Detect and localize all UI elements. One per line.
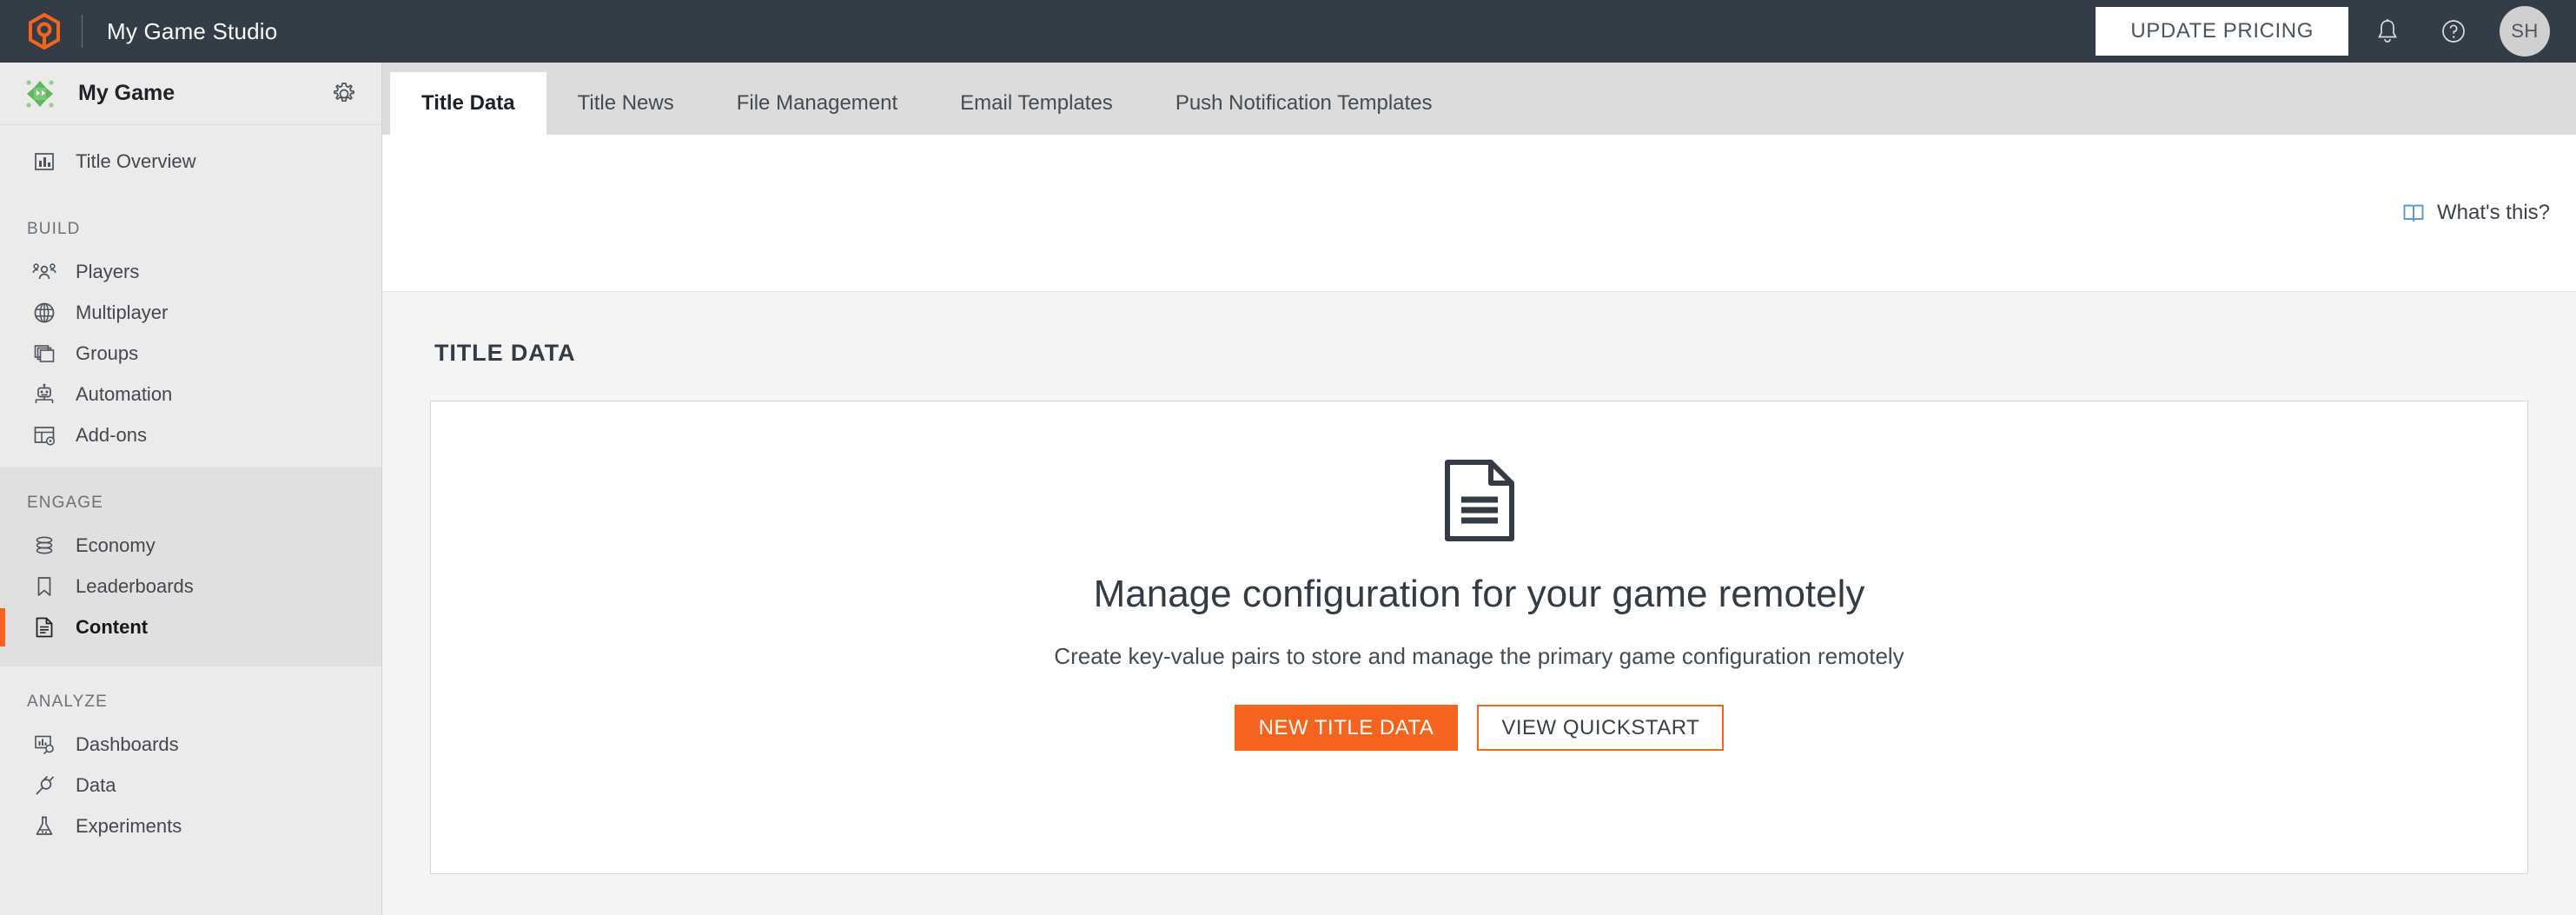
empty-state-subtext: Create key-value pairs to store and mana… — [1054, 643, 1904, 669]
sidebar-item-label: Experiments — [76, 814, 182, 837]
sidebar-item-label: Data — [76, 773, 116, 796]
sidebar-item-label: Content — [76, 615, 149, 638]
bar-chart-icon — [31, 149, 57, 175]
sidebar-item-label: Dashboards — [76, 733, 179, 755]
topbar-actions: UPDATE PRICING SH — [2096, 4, 2550, 58]
section-label-engage: ENGAGE — [27, 494, 103, 512]
tab-file-management[interactable]: File Management — [705, 72, 929, 135]
nav-section-overview: Title Overview — [0, 125, 381, 194]
sidebar-item-groups[interactable]: Groups — [0, 333, 381, 374]
new-title-data-button[interactable]: NEW TITLE DATA — [1234, 705, 1459, 751]
sidebar-item-label: Players — [76, 260, 140, 282]
sidebar-item-experiments[interactable]: Experiments — [0, 806, 381, 846]
whats-this-strip: What's this? — [382, 135, 2576, 291]
sidebar-item-content[interactable]: Content — [0, 607, 381, 647]
content-surface: TITLE DATA Manage configuration for your… — [382, 291, 2576, 915]
document-icon — [31, 614, 57, 640]
section-label-build: BUILD — [27, 220, 81, 238]
gear-icon[interactable] — [329, 79, 359, 109]
nav-section-build: BUILD Players Multiplayer Groups Automat… — [0, 194, 381, 467]
database-icon — [31, 533, 57, 559]
sidebar-item-label: Leaderboards — [76, 574, 194, 597]
sidebar-item-players[interactable]: Players — [0, 251, 381, 292]
sidebar-item-leaderboards[interactable]: Leaderboards — [0, 566, 381, 607]
game-header: My Game — [0, 63, 381, 125]
nav-section-analyze: ANALYZE Dashboards Data Experiments — [0, 666, 381, 859]
globe-icon — [31, 300, 57, 326]
main-content: Title Data Title News File Management Em… — [382, 63, 2576, 915]
sidebar-item-label: Automation — [76, 382, 173, 405]
studio-name: My Game Studio — [107, 17, 278, 44]
sidebar: My Game Title Overview BUILD Players Mul… — [0, 63, 382, 915]
page-title: TITLE DATA — [434, 340, 576, 366]
question-circle-icon[interactable] — [2427, 4, 2480, 58]
playfab-logo-icon[interactable] — [28, 13, 61, 50]
avatar[interactable]: SH — [2500, 6, 2550, 56]
sidebar-item-label: Groups — [76, 341, 139, 364]
brand-divider — [82, 15, 83, 48]
document-icon — [1442, 459, 1517, 542]
view-quickstart-button[interactable]: VIEW QUICKSTART — [1477, 705, 1725, 751]
bookmark-icon — [31, 574, 57, 600]
game-name: My Game — [78, 81, 175, 105]
empty-state-headline: Manage configuration for your game remot… — [1093, 573, 1865, 615]
sidebar-item-automation[interactable]: Automation — [0, 374, 381, 414]
robot-icon — [31, 381, 57, 408]
chart-search-icon — [31, 732, 57, 758]
table-gear-icon — [31, 422, 57, 448]
top-navigation-bar: My Game Studio UPDATE PRICING SH — [0, 0, 2576, 63]
section-label-analyze: ANALYZE — [27, 693, 108, 711]
sidebar-item-data[interactable]: Data — [0, 765, 381, 806]
sidebar-item-label: Title Overview — [76, 149, 196, 172]
sidebar-item-label: Economy — [76, 534, 156, 556]
sidebar-item-multiplayer[interactable]: Multiplayer — [0, 292, 381, 333]
game-logo-icon — [21, 75, 59, 113]
tab-title-news[interactable]: Title News — [546, 72, 705, 135]
whats-this-label: What's this? — [2437, 201, 2550, 224]
flask-icon — [31, 813, 57, 839]
tab-bar: Title Data Title News File Management Em… — [382, 63, 2576, 135]
tab-email-templates[interactable]: Email Templates — [929, 72, 1144, 135]
tab-title-data[interactable]: Title Data — [390, 72, 546, 135]
sidebar-item-label: Multiplayer — [76, 301, 169, 323]
sidebar-item-add-ons[interactable]: Add-ons — [0, 414, 381, 455]
sidebar-item-label: Add-ons — [76, 423, 147, 446]
nav-section-engage: ENGAGE Economy Leaderboards Content — [0, 467, 381, 666]
sidebar-item-economy[interactable]: Economy — [0, 525, 381, 566]
people-icon — [31, 259, 57, 285]
empty-state-card: Manage configuration for your game remot… — [430, 401, 2528, 874]
whats-this-link[interactable]: What's this? — [2402, 201, 2550, 225]
tab-push-notification-templates[interactable]: Push Notification Templates — [1144, 72, 1464, 135]
bell-icon[interactable] — [2361, 4, 2414, 58]
empty-state-actions: NEW TITLE DATA VIEW QUICKSTART — [1234, 705, 1725, 751]
sidebar-item-dashboards[interactable]: Dashboards — [0, 724, 381, 765]
plug-icon — [31, 772, 57, 799]
sidebar-item-title-overview[interactable]: Title Overview — [0, 141, 381, 182]
update-pricing-button[interactable]: UPDATE PRICING — [2096, 7, 2348, 56]
windows-stack-icon — [31, 341, 57, 367]
book-icon — [2402, 202, 2425, 223]
